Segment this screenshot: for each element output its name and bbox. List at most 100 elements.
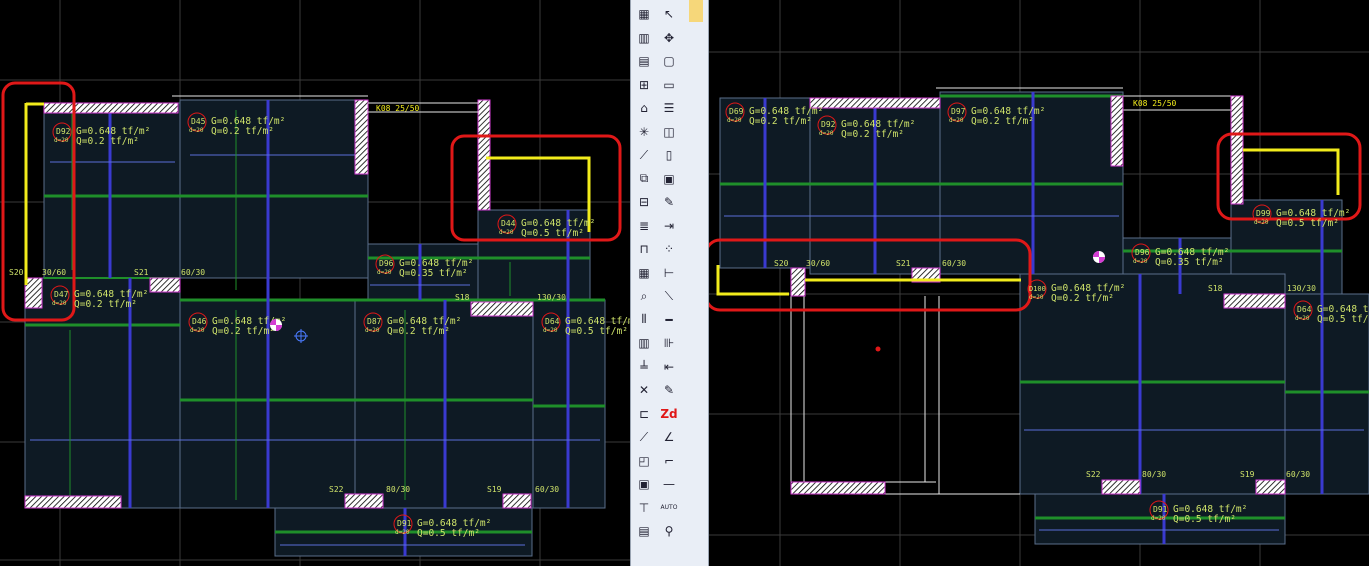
column-label: S20 <box>9 268 24 277</box>
cross-icon[interactable]: ✕ <box>634 380 654 400</box>
slab-thickness: d=20 <box>54 137 69 144</box>
slab-thickness: d=20 <box>190 327 205 334</box>
slab-id: D87 <box>367 317 382 326</box>
right-floor-plan-viewport[interactable]: K08 25/50 D69 d=20 G=0.648 tf/m² Q=0.2 t… <box>709 0 1369 566</box>
slab-regions <box>719 91 1369 545</box>
note-icon[interactable]: ✎ <box>659 192 679 212</box>
slab-thickness: d=20 <box>1295 315 1310 322</box>
slab-thickness: d=20 <box>1029 294 1044 301</box>
angle-icon[interactable]: ∠ <box>659 427 679 447</box>
document-icon[interactable]: ▭ <box>659 75 679 95</box>
slab-label: D64 d=20 G=0.648 tf/m² Q=0.5 tf/m² <box>1293 300 1369 325</box>
slab-id: D46 <box>192 317 207 326</box>
slab-label: D45 d=20 G=0.648 tf/m² Q=0.2 tf/m² <box>187 112 285 137</box>
slab-label: D96 d=20 G=0.648 tf/m² Q=0.35 tf/m² <box>375 254 473 279</box>
slab-id: D47 <box>54 290 69 299</box>
zd-icon[interactable]: Zd <box>659 404 679 424</box>
diagonal-icon[interactable]: ⟋ <box>634 427 654 447</box>
slab-label: D97 d=20 G=0.648 tf/m² Q=0.2 tf/m² <box>947 102 1045 127</box>
slab-label: D47 d=20 G=0.648 tf/m² Q=0.2 tf/m² <box>50 285 148 310</box>
brace-icon[interactable]: ⊏ <box>634 404 654 424</box>
slab-label: D99 d=20 G=0.648 tf/m² Q=0.5 tf/m² <box>1252 204 1350 229</box>
star-icon[interactable]: ✳ <box>634 122 654 142</box>
slab-q-load: Q=0.2 tf/m² <box>211 126 274 137</box>
pile-icon[interactable]: ⫴ <box>634 310 654 330</box>
pattern-icon[interactable]: ⊟ <box>634 192 654 212</box>
frame-icon[interactable]: ◰ <box>634 451 654 471</box>
pen-icon[interactable]: ✎ <box>659 380 679 400</box>
column-label: S19 <box>1240 470 1255 479</box>
slope-icon[interactable]: ⟍ <box>659 286 679 306</box>
column-size-label: 30/60 <box>806 259 830 268</box>
slab-thickness: d=20 <box>377 269 392 276</box>
slab-thickness: d=20 <box>189 127 204 134</box>
right-plan-canvas[interactable]: K08 25/50 D69 d=20 G=0.648 tf/m² Q=0.2 t… <box>709 0 1369 566</box>
slab-label: D96 d=20 G=0.648 tf/m² Q=0.35 tf/m² <box>1131 243 1229 268</box>
copy-icon[interactable]: ⧉ <box>634 169 654 189</box>
column-icon[interactable]: ▥ <box>634 28 654 48</box>
column-label: S22 <box>329 485 344 494</box>
column-size-label: 80/30 <box>386 485 410 494</box>
binoculars-icon[interactable]: ⚲ <box>659 521 679 541</box>
auto-label-icon[interactable]: AUTO <box>659 498 679 518</box>
slab-q-load: Q=0.2 tf/m² <box>74 299 137 310</box>
column-size-label: 130/30 <box>1287 284 1316 293</box>
dots-icon[interactable]: ⁘ <box>659 239 679 259</box>
list-icon[interactable]: ☰ <box>659 98 679 118</box>
left-plan-canvas[interactable]: K08 25/50 D92 d=20 G=0.648 tf/m² Q=0.2 t… <box>0 0 630 566</box>
box-icon[interactable]: ▣ <box>634 474 654 494</box>
toolbar-grip[interactable] <box>689 0 703 22</box>
slab-q-load: Q=0.2 tf/m² <box>749 116 812 127</box>
beam-icon[interactable]: ━ <box>659 310 679 330</box>
layers-icon[interactable]: ▦ <box>634 263 654 283</box>
beam-label: K08 25/50 <box>376 104 420 113</box>
slab-id: D96 <box>379 259 394 268</box>
arrow-left-icon[interactable]: ⇤ <box>659 357 679 377</box>
slab-id: D100 <box>1029 285 1046 293</box>
slab-label: D91 d=20 G=0.648 tf/m² Q=0.5 tf/m² <box>1149 500 1247 525</box>
cursor-dot <box>875 346 881 352</box>
tee-icon[interactable]: ⊤ <box>634 498 654 518</box>
slab-q-load: Q=0.2 tf/m² <box>76 136 139 147</box>
slab-id: D69 <box>729 107 744 116</box>
slab-id: D92 <box>56 127 71 136</box>
hook-icon[interactable]: ⌐ <box>659 451 679 471</box>
slab-label: D92 d=20 G=0.648 tf/m² Q=0.2 tf/m² <box>52 122 150 147</box>
search-icon[interactable]: ⌕ <box>634 286 654 306</box>
column-size-label: 60/30 <box>535 485 559 494</box>
select-arrow-icon[interactable]: ↖ <box>659 4 679 24</box>
slab-thickness: d=20 <box>949 117 964 124</box>
slab-id: D99 <box>1256 209 1271 218</box>
slab-q-load: Q=0.35 tf/m² <box>1155 257 1224 268</box>
line-icon[interactable]: — <box>659 474 679 494</box>
window-icon[interactable]: ▢ <box>659 51 679 71</box>
stack-icon[interactable]: ≣ <box>634 216 654 236</box>
slab-icon[interactable]: ⊞ <box>634 75 654 95</box>
origin-marker-icon <box>1093 251 1105 263</box>
slab-q-load: Q=0.5 tf/m² <box>417 528 480 539</box>
slab-q-load: Q=0.5 tf/m² <box>1317 314 1369 325</box>
section-icon[interactable]: ◫ <box>659 122 679 142</box>
slab-thickness: d=20 <box>365 327 380 334</box>
slab-q-load: Q=0.2 tf/m² <box>1051 293 1114 304</box>
slab-label: D64 d=20 G=0.648 tf/m² Q=0.5 tf/m² <box>541 312 630 337</box>
grid-icon[interactable]: ▦ <box>634 4 654 24</box>
page-icon[interactable]: ▯ <box>659 145 679 165</box>
axis-icon[interactable]: ⊢ <box>659 263 679 283</box>
wall-section-icon[interactable]: ▥ <box>634 333 654 353</box>
wall-icon[interactable]: ▤ <box>634 51 654 71</box>
stairs-icon[interactable]: ⟋ <box>634 145 654 165</box>
roof-icon[interactable]: ⌂ <box>634 98 654 118</box>
level-icon[interactable]: ╧ <box>634 357 654 377</box>
table-icon[interactable]: ▤ <box>634 521 654 541</box>
column-label: S18 <box>455 293 470 302</box>
rebar-icon[interactable]: ⊪ <box>659 333 679 353</box>
duplicate-icon[interactable]: ▣ <box>659 169 679 189</box>
move-icon[interactable]: ✥ <box>659 28 679 48</box>
export-icon[interactable]: ⇥ <box>659 216 679 236</box>
column-size-label: 130/30 <box>537 293 566 302</box>
foundation-icon[interactable]: ⊓ <box>634 239 654 259</box>
left-floor-plan-viewport[interactable]: K08 25/50 D92 d=20 G=0.648 tf/m² Q=0.2 t… <box>0 0 630 566</box>
column-label: S21 <box>134 268 149 277</box>
slab-thickness: d=20 <box>52 300 67 307</box>
